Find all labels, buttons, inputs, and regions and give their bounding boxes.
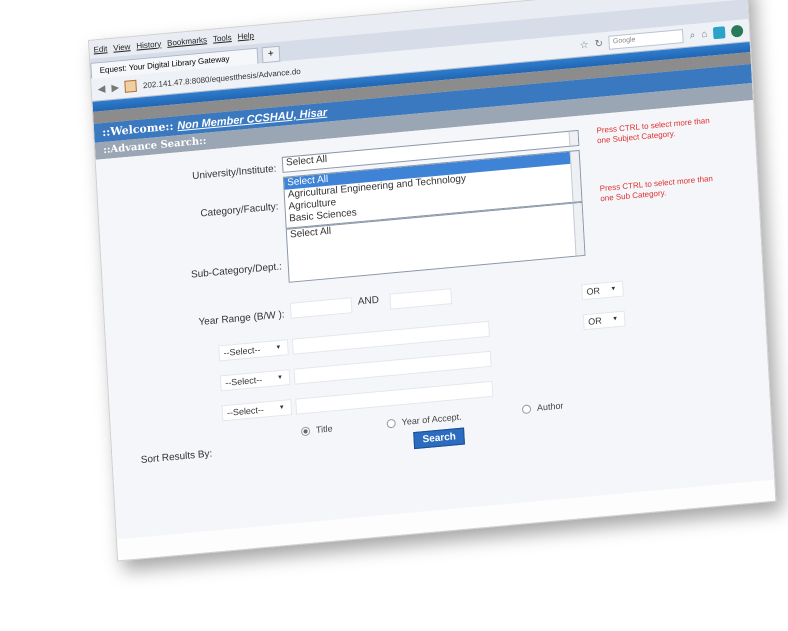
category-scrollbar[interactable] [569, 150, 582, 202]
sort-year-radio[interactable]: Year of Accept. [386, 411, 462, 429]
chevron-down-icon: ▼ [278, 404, 285, 412]
field-select-2-value: --Select-- [225, 374, 263, 388]
browser-window: Edit View History Bookmarks Tools Help E… [88, 0, 777, 562]
menu-bookmarks[interactable]: Bookmarks [167, 35, 207, 48]
magnifier-icon[interactable]: ⌕ [689, 29, 695, 40]
menu-history[interactable]: History [136, 39, 161, 50]
search-term-input-3[interactable] [295, 380, 494, 415]
search-term-input-2[interactable] [293, 350, 492, 385]
chevron-down-icon: ▼ [610, 286, 617, 293]
chevron-down-icon: ▼ [275, 344, 282, 352]
subcategory-scrollbar[interactable] [572, 202, 585, 256]
category-label: Category/Faculty: [200, 201, 279, 220]
menu-edit[interactable]: Edit [93, 44, 107, 54]
chevron-down-icon: ▼ [611, 316, 619, 323]
bookmark-star-icon[interactable]: ☆ [579, 39, 589, 51]
menu-help[interactable]: Help [237, 30, 254, 40]
reload-icon[interactable]: ↻ [594, 38, 603, 50]
page-favicon-icon [124, 79, 138, 93]
sort-author-label: Author [536, 400, 564, 413]
new-tab-button[interactable]: + [261, 45, 281, 64]
subcategory-label: Sub-Category/Dept.: [190, 261, 283, 281]
search-term-input-1[interactable] [291, 320, 490, 355]
menu-view[interactable]: View [113, 42, 131, 53]
search-input[interactable]: Google [608, 29, 685, 50]
menu-tools[interactable]: Tools [213, 32, 232, 43]
back-icon[interactable]: ◀ [97, 83, 105, 95]
sort-label: Sort Results By: [140, 448, 213, 466]
field-select-1[interactable]: --Select-- ▼ [218, 339, 289, 362]
subcategory-hint: Press CTRL to select more than one Sub C… [599, 173, 714, 204]
or-select-1[interactable]: OR ▼ [581, 280, 624, 301]
sort-title-radio[interactable]: Title [300, 423, 333, 437]
year-range-label: Year Range (B/W ): [198, 309, 285, 329]
university-hint: Press CTRL to select more than one Subje… [596, 115, 710, 146]
year-to-input[interactable] [389, 288, 453, 310]
sort-author-radio[interactable]: Author [521, 400, 564, 415]
field-select-3-value: --Select-- [226, 404, 265, 418]
sort-title-label: Title [315, 423, 333, 435]
and-label: AND [357, 294, 380, 308]
university-scrollbar[interactable] [568, 131, 579, 146]
radio-icon [521, 404, 532, 415]
year-from-input[interactable] [289, 297, 353, 319]
or-select-2[interactable]: OR ▼ [582, 310, 626, 331]
forward-icon[interactable]: ▶ [111, 82, 119, 94]
radio-icon [386, 418, 396, 429]
screenshot-stage: Edit View History Bookmarks Tools Help E… [0, 0, 788, 631]
or-select-1-value: OR [586, 285, 601, 297]
advance-search-form: University/Institute: Select All Press C… [95, 99, 775, 540]
field-select-2[interactable]: --Select-- ▼ [219, 369, 291, 392]
university-label: University/Institute: [191, 163, 277, 183]
chevron-down-icon: ▼ [276, 374, 284, 382]
or-select-2-value: OR [587, 315, 602, 327]
radio-selected-icon [300, 426, 311, 437]
skype-icon[interactable] [712, 26, 726, 40]
sort-year-label: Year of Accept. [401, 411, 462, 428]
field-select-3[interactable]: --Select-- ▼ [221, 399, 293, 422]
home-icon[interactable]: ⌂ [701, 28, 708, 40]
field-select-1-value: --Select-- [223, 344, 261, 358]
addon-icon[interactable] [730, 24, 744, 38]
search-button[interactable]: Search [413, 427, 466, 450]
